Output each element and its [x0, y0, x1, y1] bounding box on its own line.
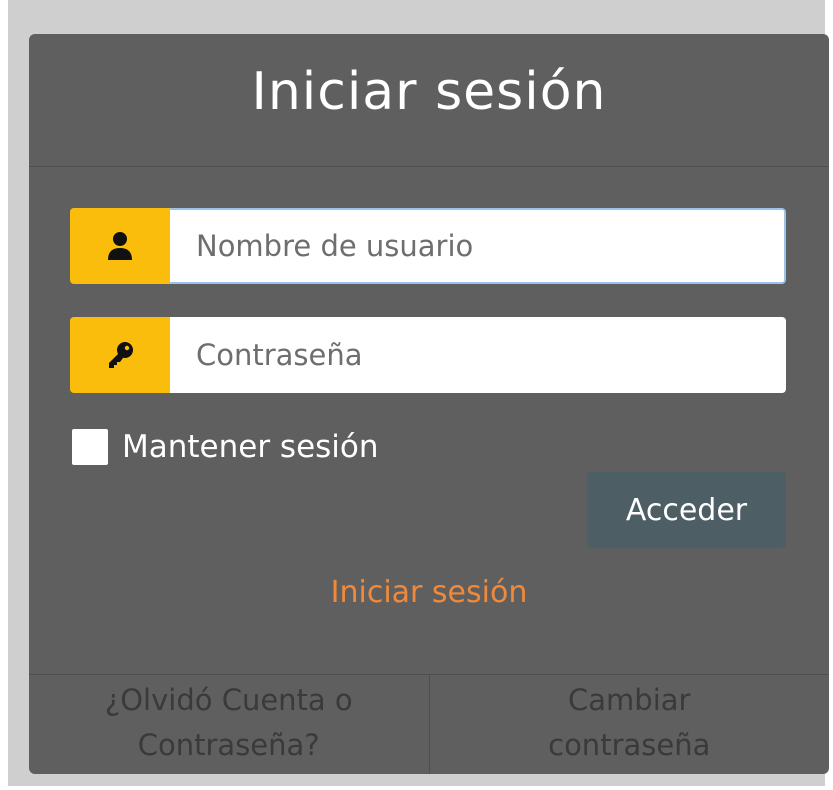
password-group	[70, 317, 786, 393]
user-icon	[106, 231, 134, 261]
change-line-2: contraseña	[548, 727, 711, 762]
remember-checkbox[interactable]	[72, 429, 108, 465]
change-line-1: Cambiar	[568, 682, 691, 717]
password-icon-box	[70, 317, 170, 393]
username-icon-box	[70, 208, 170, 284]
forgot-line-1: ¿Olvidó Cuenta o	[104, 682, 353, 717]
login-title: Iniciar sesión	[251, 62, 607, 122]
username-group	[70, 208, 786, 284]
left-margin	[0, 0, 8, 790]
access-button[interactable]: Acceder	[587, 472, 786, 548]
key-icon	[105, 340, 135, 370]
password-input[interactable]	[170, 317, 786, 393]
login-card: Iniciar sesión Manten	[29, 34, 829, 774]
card-footer: ¿Olvidó Cuenta o Contraseña? Cambiar con…	[29, 674, 829, 774]
login-link[interactable]: Iniciar sesión	[29, 575, 829, 610]
bottom-margin	[0, 786, 833, 790]
forgot-line-2: Contraseña?	[137, 727, 320, 762]
forgot-account-link[interactable]: ¿Olvidó Cuenta o Contraseña?	[29, 675, 430, 774]
username-input[interactable]	[170, 208, 786, 284]
change-password-link[interactable]: Cambiar contraseña	[430, 675, 830, 774]
card-header: Iniciar sesión	[29, 34, 829, 167]
remember-label[interactable]: Mantener sesión	[122, 429, 379, 465]
remember-session: Mantener sesión	[72, 429, 379, 465]
